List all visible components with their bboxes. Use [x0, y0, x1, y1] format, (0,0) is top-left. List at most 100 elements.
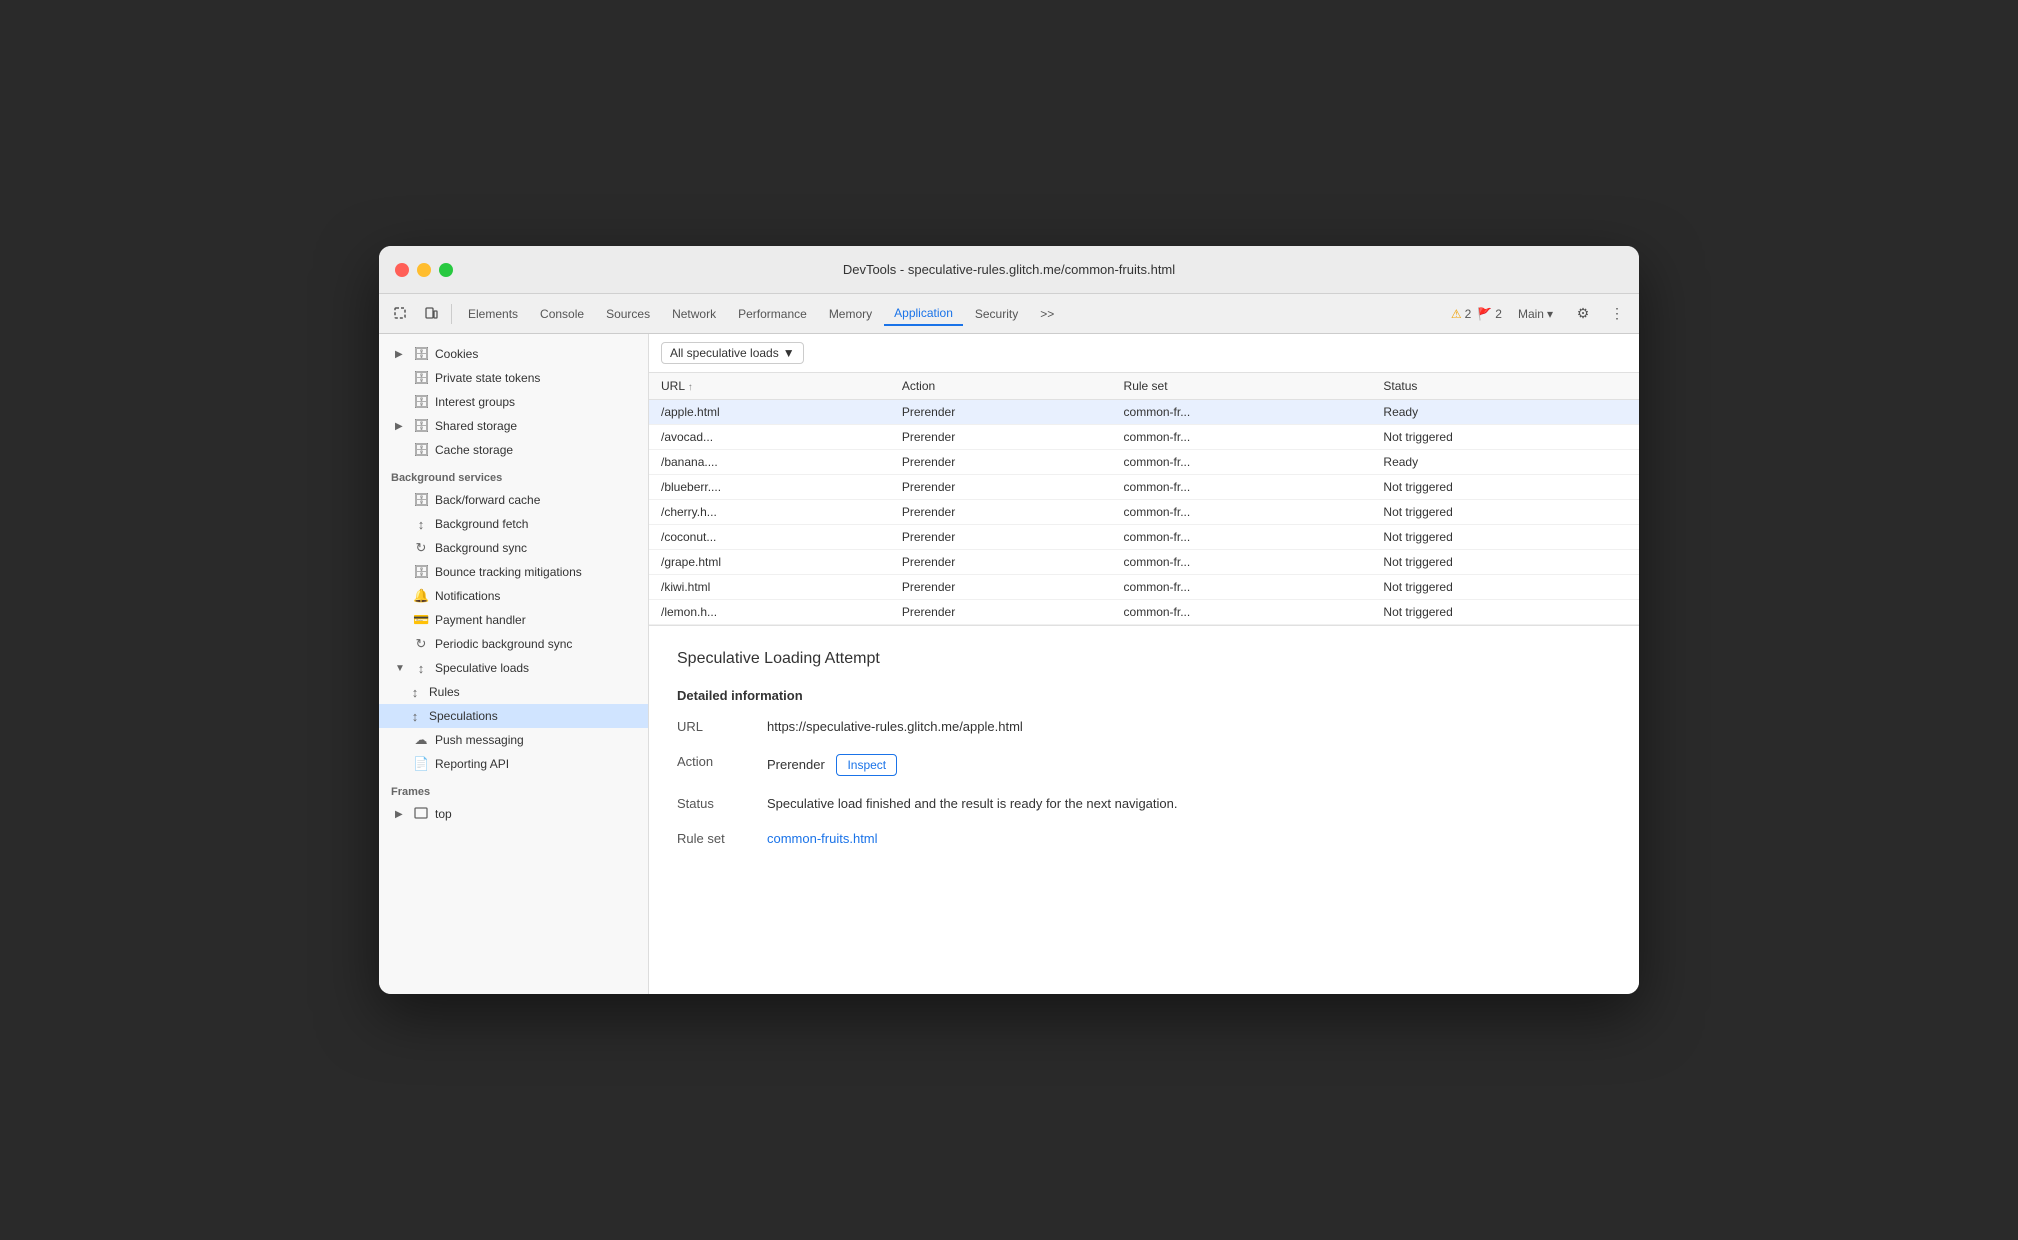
- table-row[interactable]: /grape.html Prerender common-fr... Not t…: [649, 550, 1639, 575]
- sidebar-item-periodic-bg-sync[interactable]: ↻ Periodic background sync: [379, 632, 648, 656]
- tab-more[interactable]: >>: [1030, 303, 1064, 325]
- sidebar-item-label: Periodic background sync: [435, 637, 572, 651]
- tab-sources[interactable]: Sources: [596, 303, 660, 325]
- card-icon: 💳: [413, 612, 429, 628]
- cell-status: Not triggered: [1371, 475, 1639, 500]
- more-icon[interactable]: ⋮: [1603, 300, 1631, 328]
- table-row[interactable]: /coconut... Prerender common-fr... Not t…: [649, 525, 1639, 550]
- sidebar-item-payment-handler[interactable]: 💳 Payment handler: [379, 608, 648, 632]
- chevron-right-icon: ▶: [395, 809, 407, 820]
- cell-action: Prerender: [890, 500, 1112, 525]
- device-icon[interactable]: [417, 300, 445, 328]
- table-row[interactable]: /lemon.h... Prerender common-fr... Not t…: [649, 600, 1639, 625]
- arrows-icon: ↕: [407, 685, 423, 700]
- toolbar-separator: [451, 304, 452, 324]
- sidebar-item-background-fetch[interactable]: ↕ Background fetch: [379, 512, 648, 536]
- tab-security[interactable]: Security: [965, 303, 1028, 325]
- warning-badge[interactable]: ⚠ 2: [1451, 307, 1471, 321]
- status-label: Status: [677, 796, 767, 811]
- cell-action: Prerender: [890, 575, 1112, 600]
- cylinder-icon: 🗄: [413, 442, 429, 458]
- filter-dropdown[interactable]: All speculative loads ▼: [661, 342, 804, 364]
- sidebar-item-background-sync[interactable]: ↻ Background sync: [379, 536, 648, 560]
- settings-icon[interactable]: ⚙: [1569, 300, 1597, 328]
- chevron-right-icon: ▶: [395, 421, 407, 432]
- cylinder-icon: 🗄: [413, 492, 429, 508]
- sidebar-item-label: Rules: [429, 685, 460, 699]
- sidebar-item-shared-storage[interactable]: ▶ 🗄 Shared storage: [379, 414, 648, 438]
- cloud-icon: ☁: [413, 732, 429, 748]
- sidebar: ▶ 🗄 Cookies 🗄 Private state tokens 🗄 Int…: [379, 334, 649, 994]
- sidebar-item-interest-groups[interactable]: 🗄 Interest groups: [379, 390, 648, 414]
- arrows-icon: ↕: [413, 661, 429, 676]
- col-url[interactable]: URL: [649, 373, 890, 400]
- sidebar-item-push-messaging[interactable]: ☁ Push messaging: [379, 728, 648, 752]
- detail-url-row: URL https://speculative-rules.glitch.me/…: [677, 719, 1611, 734]
- sidebar-item-speculative-loads[interactable]: ▼ ↕ Speculative loads: [379, 656, 648, 680]
- frame-icon: [413, 807, 429, 822]
- cursor-icon[interactable]: [387, 300, 415, 328]
- arrows-icon: ↕: [407, 709, 423, 724]
- status-value: Speculative load finished and the result…: [767, 796, 1177, 811]
- detail-rule-set-row: Rule set common-fruits.html: [677, 831, 1611, 846]
- sidebar-item-top-frame[interactable]: ▶ top: [379, 802, 648, 826]
- sidebar-item-bounce-tracking[interactable]: 🗄 Bounce tracking mitigations: [379, 560, 648, 584]
- chevron-down-icon: ▼: [395, 663, 407, 674]
- sidebar-item-speculations[interactable]: ↕ Speculations: [379, 704, 648, 728]
- cell-url: /apple.html: [649, 400, 890, 425]
- detail-section-title: Detailed information: [677, 688, 1611, 703]
- tab-memory[interactable]: Memory: [819, 303, 882, 325]
- title-bar: DevTools - speculative-rules.glitch.me/c…: [379, 246, 1639, 294]
- content-area: All speculative loads ▼ URL Action Rule …: [649, 334, 1639, 994]
- sidebar-item-rules[interactable]: ↕ Rules: [379, 680, 648, 704]
- tab-network[interactable]: Network: [662, 303, 726, 325]
- sync-icon: ↻: [413, 540, 429, 556]
- cylinder-icon: 🗄: [413, 370, 429, 386]
- cell-action: Prerender: [890, 400, 1112, 425]
- error-icon: 🚩: [1477, 307, 1492, 321]
- close-button[interactable]: [395, 263, 409, 277]
- table-row[interactable]: /avocad... Prerender common-fr... Not tr…: [649, 425, 1639, 450]
- cell-rule-set: common-fr...: [1112, 550, 1372, 575]
- cell-url: /banana....: [649, 450, 890, 475]
- table-row[interactable]: /cherry.h... Prerender common-fr... Not …: [649, 500, 1639, 525]
- error-badge[interactable]: 🚩 2: [1477, 307, 1502, 321]
- sidebar-item-label: Cookies: [435, 347, 478, 361]
- tab-elements[interactable]: Elements: [458, 303, 528, 325]
- table-row[interactable]: /banana.... Prerender common-fr... Ready: [649, 450, 1639, 475]
- minimize-button[interactable]: [417, 263, 431, 277]
- devtools-toolbar: Elements Console Sources Network Perform…: [379, 294, 1639, 334]
- sidebar-item-notifications[interactable]: 🔔 Notifications: [379, 584, 648, 608]
- cell-url: /blueberr....: [649, 475, 890, 500]
- sidebar-item-back-forward-cache[interactable]: 🗄 Back/forward cache: [379, 488, 648, 512]
- cell-status: Not triggered: [1371, 525, 1639, 550]
- sidebar-item-cache-storage[interactable]: 🗄 Cache storage: [379, 438, 648, 462]
- table-row[interactable]: /apple.html Prerender common-fr... Ready: [649, 400, 1639, 425]
- tab-console[interactable]: Console: [530, 303, 594, 325]
- cell-status: Not triggered: [1371, 600, 1639, 625]
- inspect-button[interactable]: Inspect: [836, 754, 897, 776]
- main-dropdown[interactable]: Main ▾: [1508, 303, 1563, 325]
- maximize-button[interactable]: [439, 263, 453, 277]
- sidebar-item-label: Speculative loads: [435, 661, 529, 675]
- background-services-label: Background services: [379, 462, 648, 488]
- rule-set-link[interactable]: common-fruits.html: [767, 831, 878, 846]
- cell-action: Prerender: [890, 475, 1112, 500]
- cylinder-icon: 🗄: [413, 418, 429, 434]
- col-rule-set: Rule set: [1112, 373, 1372, 400]
- table-row[interactable]: /kiwi.html Prerender common-fr... Not tr…: [649, 575, 1639, 600]
- sidebar-item-private-state-tokens[interactable]: 🗄 Private state tokens: [379, 366, 648, 390]
- sidebar-item-label: Private state tokens: [435, 371, 540, 385]
- table-row[interactable]: /blueberr.... Prerender common-fr... Not…: [649, 475, 1639, 500]
- cell-rule-set: common-fr...: [1112, 525, 1372, 550]
- cell-rule-set: common-fr...: [1112, 600, 1372, 625]
- sidebar-item-label: Speculations: [429, 709, 498, 723]
- tab-performance[interactable]: Performance: [728, 303, 817, 325]
- tab-application[interactable]: Application: [884, 302, 963, 326]
- sidebar-item-label: Background fetch: [435, 517, 528, 531]
- sidebar-item-reporting-api[interactable]: 📄 Reporting API: [379, 752, 648, 776]
- action-value: Prerender Inspect: [767, 754, 897, 776]
- sidebar-item-cookies[interactable]: ▶ 🗄 Cookies: [379, 342, 648, 366]
- url-value: https://speculative-rules.glitch.me/appl…: [767, 719, 1023, 734]
- arrows-icon: ↕: [413, 517, 429, 532]
